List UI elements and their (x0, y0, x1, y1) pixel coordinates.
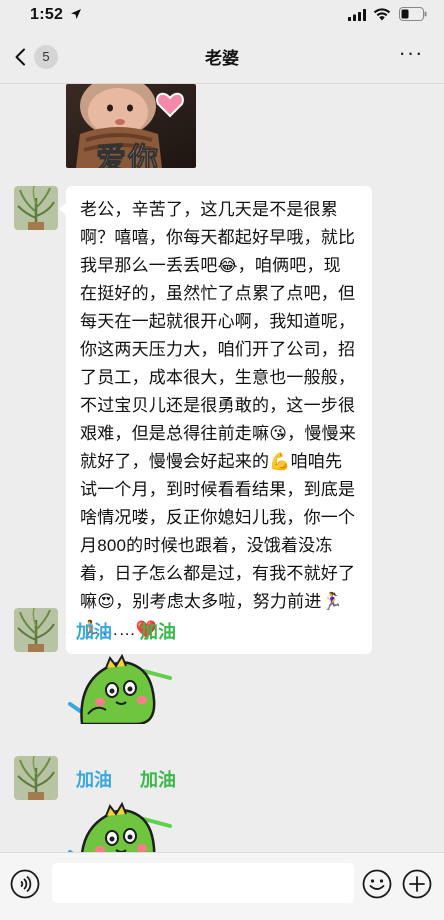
avatar-plant-image (14, 756, 58, 800)
avatar-plant-image (14, 186, 58, 230)
status-time: 1:52 (30, 6, 64, 23)
avatar[interactable] (14, 608, 58, 652)
plus-icon[interactable] (402, 869, 432, 899)
sticker-text: 加油 (76, 622, 112, 642)
dinosaur-sticker[interactable]: 加油 加油 (66, 612, 196, 724)
more-options-button[interactable]: ··· (398, 42, 424, 68)
chevron-left-icon (15, 48, 25, 66)
emoji-icon[interactable] (362, 869, 392, 899)
dinosaur-sticker[interactable]: 加油 加油 (66, 760, 196, 852)
photo-sticker[interactable]: 爱你 (66, 84, 196, 168)
photo-sticker-caption: 爱你 (96, 143, 160, 169)
sticker-text: 加油 (140, 622, 176, 642)
input-bar (0, 852, 444, 920)
chat-header: 5 老婆 ··· (0, 30, 444, 84)
dinosaur-icon (68, 801, 172, 852)
avatar-plant-image (14, 608, 58, 652)
avatar[interactable] (14, 186, 58, 230)
message-text[interactable]: 老公，辛苦了，这几天是不是很累啊？嘻嘻，你每天都起好早哦，就比我早那么一丢丢吧😂… (80, 196, 358, 644)
avatar[interactable] (14, 756, 58, 800)
back-button[interactable]: 5 (12, 44, 62, 70)
unread-count-badge: 5 (34, 45, 58, 69)
sticker-text: 加油 (76, 770, 112, 790)
message-bubble[interactable]: 老公，辛苦了，这几天是不是很累啊？嘻嘻，你每天都起好早哦，就比我早那么一丢丢吧😂… (59, 186, 372, 654)
message-input[interactable] (52, 863, 354, 903)
chat-title: 老婆 (205, 49, 239, 68)
location-arrow-icon (71, 9, 81, 19)
voice-input-icon[interactable] (10, 869, 40, 899)
wifi-icon (373, 8, 391, 21)
cellular-signal-icon (348, 9, 366, 21)
dinosaur-icon (68, 653, 172, 724)
battery-icon (399, 7, 427, 21)
sticker-text: 加油 (140, 770, 176, 790)
status-bar: 1:52 (0, 0, 444, 30)
message-list[interactable]: 爱你 老公，辛苦了，这几天是不是很累啊？嘻嘻，你每天都起好早哦，就比我早那么一丢… (0, 84, 444, 852)
